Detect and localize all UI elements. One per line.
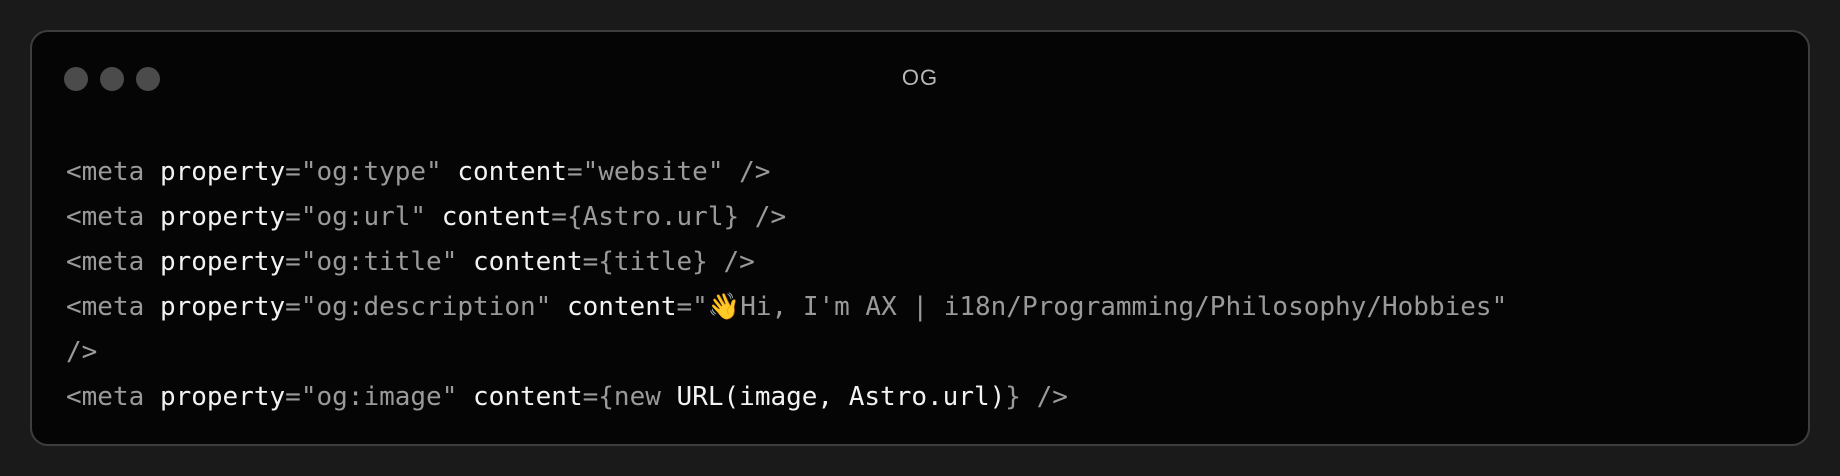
code-eq: =: [285, 292, 301, 322]
code-line: <meta property="og:image" content={new U…: [66, 375, 1774, 420]
code-eq: =: [285, 247, 301, 277]
code-tag: <meta: [66, 382, 145, 412]
code-string: ": [692, 292, 708, 322]
code-keyword: new: [613, 382, 661, 412]
code-attr: content: [457, 157, 567, 187]
code-tag: <meta: [66, 247, 145, 277]
waving-hand-icon: 👋: [707, 292, 741, 322]
code-identifier: Astro.url): [848, 382, 1006, 412]
code-line: <meta property="og:url" content={Astro.u…: [66, 195, 1774, 240]
code-close: />: [739, 202, 787, 232]
code-close: />: [1020, 382, 1068, 412]
code-attr: content: [441, 202, 552, 232]
code-close: />: [66, 337, 98, 367]
code-attr: property: [159, 202, 286, 232]
code-window: OG <meta property="og:type" content="web…: [30, 30, 1810, 446]
code-eq: =: [582, 382, 599, 412]
code-eq: =: [285, 382, 301, 412]
code-close: />: [707, 247, 755, 277]
code-attr: content: [473, 247, 583, 277]
code-line: <meta property="og:description" content=…: [66, 285, 1774, 330]
code-attr: property: [159, 382, 286, 412]
window-titlebar: OG: [32, 32, 1808, 122]
code-attr: property: [159, 247, 286, 277]
code-brace: }: [1005, 382, 1021, 412]
code-eq: =: [566, 157, 583, 187]
code-line: <meta property="og:type" content="websit…: [66, 150, 1774, 195]
code-expression: {Astro.url}: [566, 202, 740, 232]
code-attr: property: [159, 157, 286, 187]
code-expression: {title}: [598, 247, 708, 277]
code-string: "og:url": [300, 202, 427, 232]
code-identifier: URL(image,: [676, 382, 834, 412]
code-string: Hi, I'm AX | i18n/Programming/Philosophy…: [740, 292, 1508, 322]
code-brace: {: [598, 382, 614, 412]
code-close: />: [723, 157, 771, 187]
code-string: "og:image": [300, 382, 458, 412]
code-eq: =: [285, 202, 301, 232]
code-string: "og:title": [300, 247, 458, 277]
code-block: <meta property="og:type" content="websit…: [66, 150, 1774, 420]
code-eq: =: [582, 247, 599, 277]
code-eq: =: [551, 202, 567, 232]
code-string: "og:type": [300, 157, 442, 187]
code-eq: =: [285, 157, 301, 187]
code-eq: =: [676, 292, 693, 322]
code-string: "website": [582, 157, 724, 187]
code-string: "og:description": [300, 292, 552, 322]
code-attr: property: [159, 292, 286, 322]
window-title: OG: [901, 65, 939, 90]
code-tag: <meta: [66, 292, 145, 322]
code-tag: <meta: [66, 202, 145, 232]
code-line: />: [66, 330, 1774, 375]
code-attr: content: [473, 382, 583, 412]
code-attr: content: [566, 292, 677, 322]
code-line: <meta property="og:title" content={title…: [66, 240, 1774, 285]
code-tag: <meta: [66, 157, 145, 187]
